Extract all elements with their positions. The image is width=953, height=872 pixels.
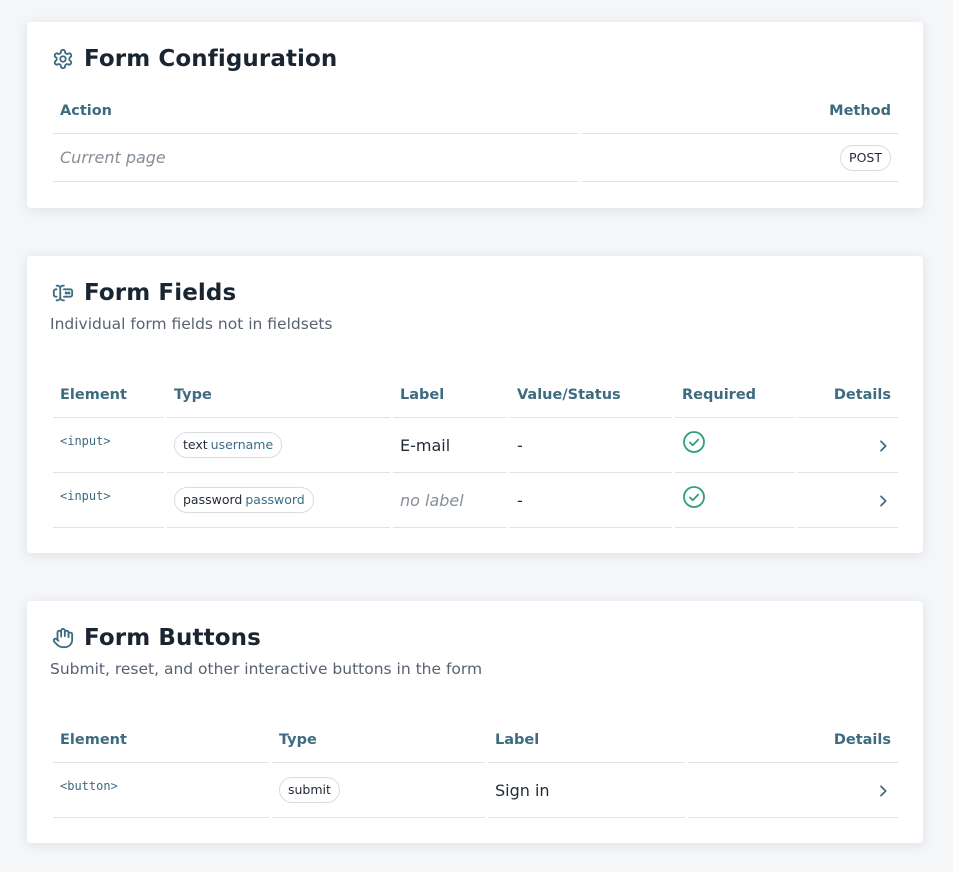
column-header-value-status: Value/Status (510, 372, 672, 418)
type-badge: text username (174, 432, 283, 458)
type-badge: submit (279, 777, 340, 803)
element-tag: <input> (53, 473, 164, 528)
type-value: password (183, 492, 243, 507)
details-button[interactable] (688, 763, 898, 818)
column-header-label: Label (393, 372, 507, 418)
element-tag: <button> (53, 763, 269, 818)
chevron-right-icon[interactable] (875, 491, 891, 510)
form-buttons-card: Form Buttons Submit, reset, and other in… (27, 601, 923, 843)
column-header-label: Label (488, 717, 685, 763)
type-badge: password password (174, 487, 314, 513)
form-buttons-subtitle: Submit, reset, and other interactive but… (50, 660, 483, 678)
required-cell (675, 473, 794, 528)
field-name: password (245, 492, 305, 507)
type-cell: submit (272, 763, 485, 818)
chevron-right-icon[interactable] (875, 781, 891, 800)
table-row: <input> password password no label - (53, 473, 898, 528)
config-table: Action Method Current page POST (50, 88, 901, 182)
method-cell: POST (581, 134, 898, 182)
column-header-element: Element (53, 717, 269, 763)
type-cell: text username (167, 418, 390, 473)
field-value-status: - (510, 473, 672, 528)
column-header-element: Element (53, 372, 164, 418)
form-fields-title: Form Fields (50, 256, 897, 306)
form-configuration-heading: Form Configuration (84, 45, 338, 72)
column-header-type: Type (167, 372, 390, 418)
table-row: <button> submit Sign in (53, 763, 898, 818)
element-tag: <input> (53, 418, 164, 473)
type-value: text (183, 437, 208, 452)
pointer-hand-icon (52, 627, 74, 649)
form-buttons-heading: Form Buttons (84, 624, 261, 651)
field-name: username (210, 437, 274, 452)
form-fields-subtitle: Individual form fields not in fieldsets (50, 315, 333, 333)
field-label: no label (393, 473, 507, 528)
column-header-required: Required (675, 372, 794, 418)
fields-table: Element Type Label Value/Status Required… (50, 372, 901, 528)
column-header-method: Method (581, 88, 898, 134)
check-circle-icon (682, 485, 787, 509)
gear-icon (52, 48, 74, 70)
form-fields-heading: Form Fields (84, 279, 237, 306)
table-row: <input> text username E-mail - (53, 418, 898, 473)
column-header-type: Type (272, 717, 485, 763)
buttons-table: Element Type Label Details <button> subm… (50, 717, 901, 818)
chevron-right-icon[interactable] (875, 436, 891, 455)
column-header-action: Action (53, 88, 578, 134)
details-button[interactable] (797, 418, 898, 473)
form-fields-card: Form Fields Individual form fields not i… (27, 256, 923, 553)
details-button[interactable] (797, 473, 898, 528)
column-header-details: Details (688, 717, 898, 763)
form-buttons-title: Form Buttons (50, 601, 897, 651)
field-label: E-mail (393, 418, 507, 473)
form-configuration-title: Form Configuration (50, 22, 897, 72)
required-cell (675, 418, 794, 473)
type-cell: password password (167, 473, 390, 528)
field-value-status: - (510, 418, 672, 473)
method-badge: POST (840, 144, 891, 171)
button-label: Sign in (488, 763, 685, 818)
column-header-details: Details (797, 372, 898, 418)
check-circle-icon (682, 430, 787, 454)
action-value: Current page (53, 134, 578, 182)
table-row: Current page POST (53, 134, 898, 182)
form-configuration-card: Form Configuration Action Method Current… (27, 22, 923, 208)
text-cursor-input-icon (52, 282, 74, 304)
